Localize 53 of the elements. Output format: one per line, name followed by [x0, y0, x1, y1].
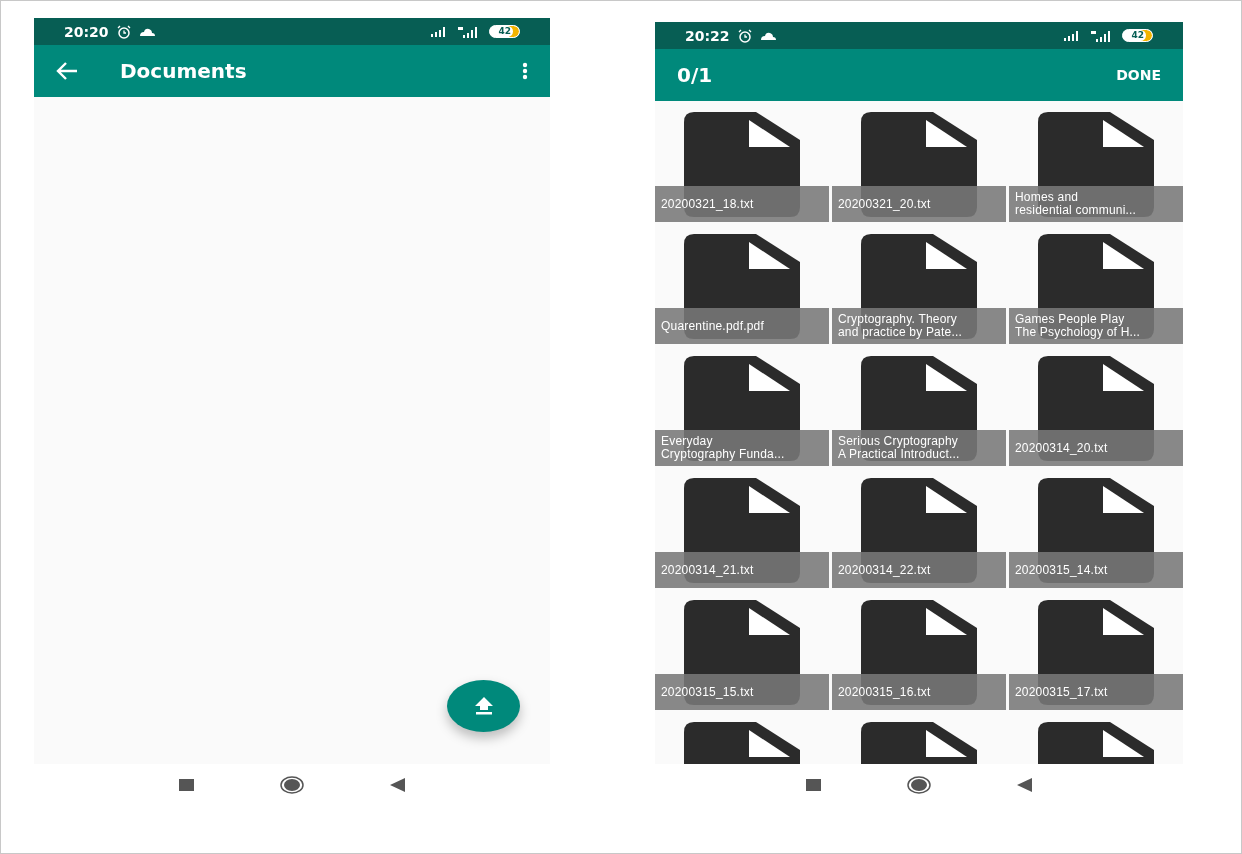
- file-name: Cryptography. Theory: [838, 313, 958, 326]
- back-icon[interactable]: [390, 778, 405, 792]
- back-icon[interactable]: [1017, 778, 1032, 792]
- cloud-icon: [759, 31, 776, 40]
- file-name: 20200321_20.txt: [838, 197, 932, 211]
- upload-icon: [473, 697, 494, 715]
- more-menu-icon[interactable]: [522, 62, 528, 80]
- file-name: Serious Cryptography: [838, 435, 960, 448]
- file-name: Games People Play: [1015, 313, 1126, 326]
- file-name: 20200314_20.txt: [1015, 441, 1109, 455]
- file-name: Cryptography Funda...: [661, 448, 786, 461]
- file-caption[interactable]: 20200314_20.txt: [1009, 430, 1183, 466]
- file-caption[interactable]: Everyday Cryptography Funda...: [655, 430, 829, 466]
- battery-level: 42: [489, 25, 520, 38]
- cloud-icon: [138, 27, 155, 36]
- file-name: 20200314_22.txt: [838, 563, 932, 577]
- alarm-clock-icon: [116, 24, 131, 39]
- file-name: Everyday: [661, 435, 714, 448]
- file-name: The Psychology of H...: [1015, 326, 1142, 339]
- file-name: 20200315_17.txt: [1015, 685, 1109, 699]
- home-icon[interactable]: [280, 776, 304, 794]
- file-caption[interactable]: 20200321_20.txt: [832, 186, 1006, 222]
- file-caption[interactable]: Homes and residential communi...: [1009, 186, 1183, 222]
- file-caption[interactable]: 20200315_16.txt: [832, 674, 1006, 710]
- clock-time: 20:22: [685, 27, 730, 44]
- clock-time: 20:20: [64, 23, 109, 40]
- file-name: and practice by Pate...: [838, 326, 963, 339]
- file-caption[interactable]: 20200321_18.txt: [655, 186, 829, 222]
- file-caption[interactable]: Cryptography. Theory and practice by Pate...: [832, 308, 1006, 344]
- screen-title: Documents: [120, 59, 247, 83]
- file-name: A Practical Introduct...: [838, 448, 961, 461]
- alarm-clock-icon: [737, 28, 752, 43]
- file-caption[interactable]: 20200315_17.txt: [1009, 674, 1183, 710]
- home-icon[interactable]: [907, 776, 931, 794]
- file-name: 20200321_18.txt: [661, 197, 755, 211]
- file-name: 20200315_14.txt: [1015, 563, 1109, 577]
- file-caption[interactable]: 20200315_14.txt: [1009, 552, 1183, 588]
- back-arrow-icon[interactable]: [56, 62, 78, 80]
- file-name: 20200314_21.txt: [661, 563, 755, 577]
- file-caption[interactable]: Quarentine.pdf.pdf: [655, 308, 829, 344]
- file-caption[interactable]: 20200315_15.txt: [655, 674, 829, 710]
- upload-button[interactable]: [447, 680, 520, 732]
- file-name: Quarentine.pdf.pdf: [661, 319, 765, 333]
- file-caption[interactable]: Serious Cryptography A Practical Introduct...: [832, 430, 1006, 466]
- file-name: Homes and: [1015, 191, 1080, 204]
- battery-level: 42: [1122, 29, 1153, 42]
- file-caption[interactable]: 20200314_22.txt: [832, 552, 1006, 588]
- selection-counter: 0/1: [677, 63, 713, 87]
- file-caption[interactable]: 20200314_21.txt: [655, 552, 829, 588]
- file-name: 20200315_15.txt: [661, 685, 755, 699]
- file-name: 20200315_16.txt: [838, 685, 932, 699]
- file-name: residential communi...: [1015, 204, 1138, 217]
- file-caption[interactable]: Games People Play The Psychology of H...: [1009, 308, 1183, 344]
